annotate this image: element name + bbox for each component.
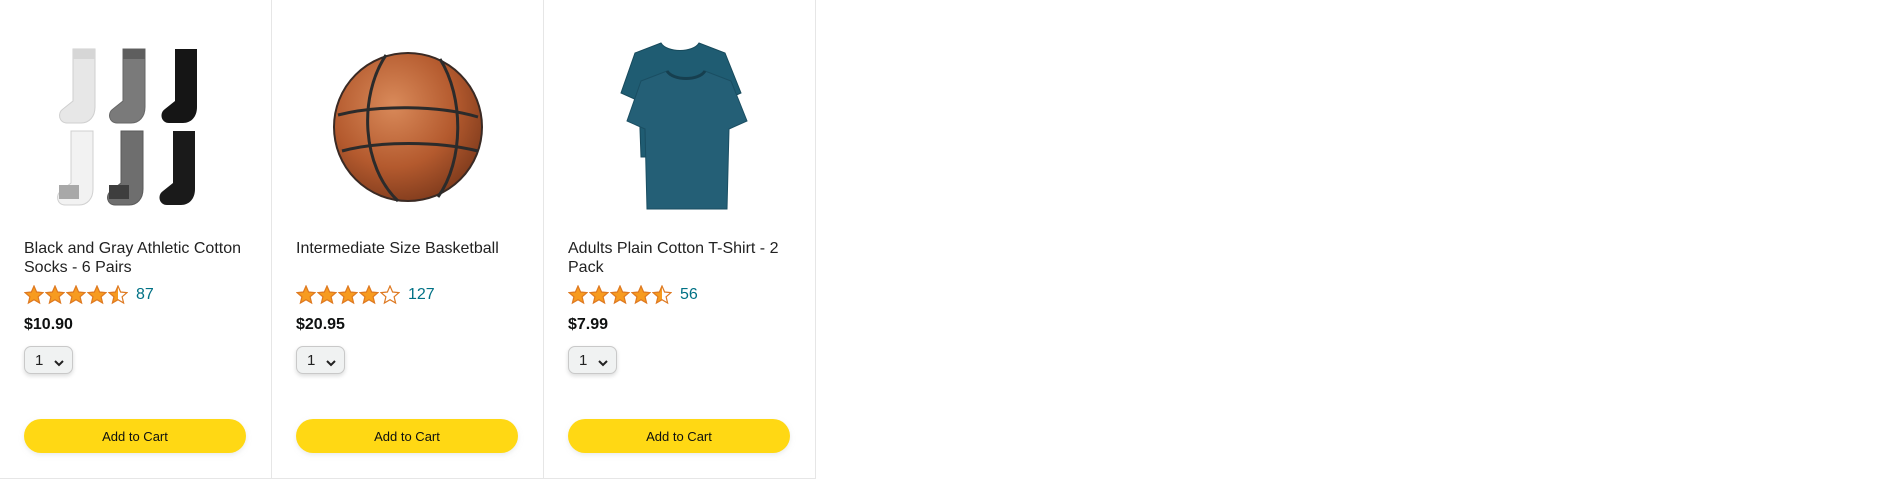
star-full-icon [317, 285, 337, 305]
rating-count-link[interactable]: 87 [136, 286, 154, 304]
quantity-value: 1 [35, 351, 44, 369]
quantity-select[interactable]: 1 [296, 346, 345, 374]
star-half-icon [108, 285, 128, 305]
rating-stars[interactable] [296, 285, 400, 305]
star-full-icon [610, 285, 630, 305]
star-full-icon [87, 285, 107, 305]
star-full-icon [359, 285, 379, 305]
rating-stars[interactable] [568, 285, 672, 305]
star-full-icon [66, 285, 86, 305]
product-card: Black and Gray Athletic Cotton Socks - 6… [0, 0, 272, 478]
add-to-cart-button[interactable]: Add to Cart [24, 419, 246, 453]
product-card: Intermediate Size Basketball 127 $20.95 … [272, 0, 544, 478]
athletic-socks-image[interactable] [24, 32, 248, 222]
tshirt-image[interactable] [568, 32, 792, 222]
basketball-image[interactable] [296, 32, 520, 222]
product-rating: 56 [568, 284, 698, 306]
product-price: $7.99 [568, 316, 609, 333]
chevron-down-icon [598, 355, 608, 372]
rating-count-link[interactable]: 56 [680, 286, 698, 304]
chevron-down-icon [326, 355, 336, 372]
product-price: $10.90 [24, 316, 73, 333]
star-full-icon [45, 285, 65, 305]
product-grid: Black and Gray Athletic Cotton Socks - 6… [0, 0, 816, 479]
star-full-icon [338, 285, 358, 305]
star-full-icon [296, 285, 316, 305]
add-to-cart-button[interactable]: Add to Cart [568, 419, 790, 453]
product-price: $20.95 [296, 316, 345, 333]
star-full-icon [24, 285, 44, 305]
star-full-icon [631, 285, 651, 305]
quantity-value: 1 [579, 351, 588, 369]
star-half-icon [652, 285, 672, 305]
add-to-cart-button[interactable]: Add to Cart [296, 419, 518, 453]
product-rating: 87 [24, 284, 154, 306]
product-name[interactable]: Adults Plain Cotton T-Shirt - 2 Pack [568, 239, 798, 277]
quantity-select[interactable]: 1 [568, 346, 617, 374]
rating-stars[interactable] [24, 285, 128, 305]
quantity-value: 1 [307, 351, 316, 369]
rating-count-link[interactable]: 127 [408, 286, 435, 304]
product-rating: 127 [296, 284, 435, 306]
star-empty-icon [380, 285, 400, 305]
product-card: Adults Plain Cotton T-Shirt - 2 Pack 56 … [544, 0, 816, 478]
star-full-icon [589, 285, 609, 305]
chevron-down-icon [54, 355, 64, 372]
quantity-select[interactable]: 1 [24, 346, 73, 374]
product-name[interactable]: Black and Gray Athletic Cotton Socks - 6… [24, 239, 254, 277]
product-name[interactable]: Intermediate Size Basketball [296, 239, 526, 258]
star-full-icon [568, 285, 588, 305]
